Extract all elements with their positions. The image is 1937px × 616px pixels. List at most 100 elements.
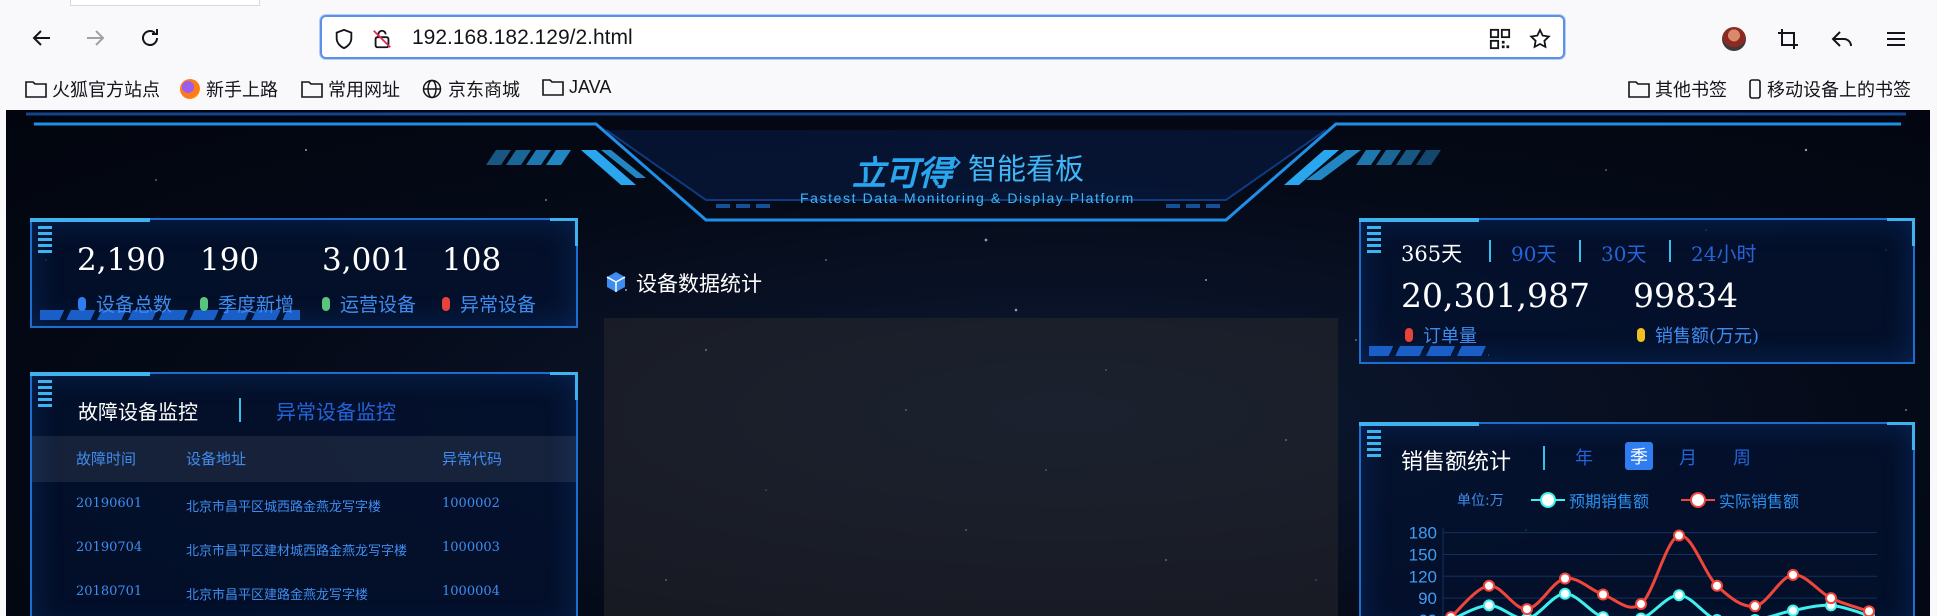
center-title: 设备数据统计 <box>636 272 762 296</box>
undo-button[interactable] <box>1825 22 1859 56</box>
bookmark-getting-started[interactable]: 新手上路 <box>178 76 278 102</box>
period-tab-quarter[interactable]: 季 <box>1625 442 1653 470</box>
reload-button[interactable] <box>134 22 166 54</box>
cell-time: 20180701 <box>76 584 143 599</box>
range-tab-24h[interactable]: 24小时 <box>1691 238 1756 267</box>
insecure-lock-icon[interactable] <box>370 27 394 51</box>
data-point[interactable] <box>1559 587 1571 600</box>
sales-label: 销售额(万元) <box>1637 322 1759 348</box>
period-tab-month[interactable]: 月 <box>1679 444 1697 470</box>
data-point[interactable] <box>1597 588 1609 601</box>
data-point[interactable] <box>1673 589 1685 602</box>
data-point[interactable] <box>1559 572 1571 585</box>
tab-separator <box>1543 446 1545 470</box>
panel-corner <box>1359 218 1479 222</box>
data-point[interactable] <box>1483 579 1495 592</box>
stats-panel: 2,190 190 3,001 108 设备总数 季度新增 运营设备 异常设备 <box>30 218 578 328</box>
data-point[interactable] <box>1483 599 1495 612</box>
period-tab-year[interactable]: 年 <box>1575 444 1593 470</box>
sales-title: 销售额统计 <box>1401 450 1512 475</box>
range-tab-90[interactable]: 90天 <box>1511 238 1556 267</box>
data-point[interactable] <box>1635 597 1647 610</box>
data-point[interactable] <box>1749 600 1761 613</box>
sales-amount: 99834 <box>1633 276 1738 315</box>
bookmark-other[interactable]: 其他书签 <box>1627 76 1727 102</box>
shield-icon[interactable] <box>332 27 356 51</box>
dashboard-subtitle: Fastest Data Monitoring & Display Platfo… <box>800 190 1135 206</box>
tab-fault-monitor[interactable]: 故障设备监控 <box>78 396 198 425</box>
firefox-logo-icon <box>178 78 202 100</box>
legend-item-expected[interactable]: 预期销售额 <box>1531 488 1649 512</box>
cell-address: 北京市昌平区建材城西路金燕龙写字楼 <box>186 544 408 559</box>
bookmark-common-sites[interactable]: 常用网址 <box>300 76 400 102</box>
back-button[interactable] <box>26 22 58 54</box>
data-point[interactable] <box>1787 604 1799 616</box>
hamburger-menu-icon <box>1887 32 1905 46</box>
chart-unit-label: 单位:万 <box>1457 493 1504 509</box>
cube-icon <box>604 270 628 294</box>
stat-value: 108 <box>442 242 502 278</box>
stat-value: 3,001 <box>322 242 411 278</box>
cell-code: 1000003 <box>442 540 500 555</box>
bookmark-mobile[interactable]: 移动设备上的书签 <box>1747 76 1911 102</box>
panel-stripes <box>1367 430 1381 458</box>
legend-dot <box>78 296 86 311</box>
data-point[interactable] <box>1521 603 1533 616</box>
bookmark-label: JAVA <box>569 76 612 97</box>
bookmark-java[interactable]: JAVA <box>541 76 611 98</box>
legend-label: 预期销售额 <box>1569 492 1650 511</box>
stat-label-running: 运营设备 <box>322 290 416 317</box>
url-text[interactable]: 192.168.182.129/2.html <box>412 26 633 50</box>
column-header: 异常代码 <box>442 450 503 468</box>
order-count: 20,301,987 <box>1401 276 1590 315</box>
data-point[interactable] <box>1787 568 1799 581</box>
bookmark-label: 常用网址 <box>328 80 400 100</box>
stat-label-new: 季度新增 <box>200 290 294 317</box>
table-row[interactable]: 20190601 北京市昌平区城西路金燕龙写字楼 1000002 <box>32 486 576 526</box>
screenshot-button[interactable] <box>1771 22 1805 56</box>
bookmark-star-icon[interactable] <box>1528 27 1552 51</box>
tab-abnormal-monitor[interactable]: 异常设备监控 <box>276 396 396 425</box>
period-tab-week[interactable]: 周 <box>1733 444 1751 470</box>
legend-swatch <box>1531 492 1565 508</box>
data-point[interactable] <box>1863 605 1875 616</box>
url-bar[interactable]: 192.168.182.129/2.html <box>320 15 1565 59</box>
stat-value: 2,190 <box>77 242 166 278</box>
bookmark-jd[interactable]: 京东商城 <box>420 76 520 102</box>
column-header: 故障时间 <box>76 450 137 468</box>
sales-line-chart: 180 150 120 90 60 <box>1409 524 1877 616</box>
center-chart-area <box>604 318 1338 616</box>
panel-corner <box>1887 218 1915 246</box>
menu-button[interactable] <box>1879 22 1913 56</box>
data-point[interactable] <box>1825 592 1837 605</box>
tab-separator <box>1489 240 1491 262</box>
table-row[interactable]: 20180701 北京市昌平区建路金燕龙写字楼 1000004 <box>32 574 576 614</box>
range-tab-365[interactable]: 365天 <box>1401 238 1462 268</box>
data-point[interactable] <box>1597 611 1609 616</box>
data-point[interactable] <box>1445 611 1457 616</box>
folder-icon <box>1627 78 1651 100</box>
order-label: 订单量 <box>1405 322 1477 348</box>
table-row[interactable]: 20190704 北京市昌平区建材城西路金燕龙写字楼 1000003 <box>32 530 576 570</box>
range-tab-30[interactable]: 30天 <box>1601 238 1646 267</box>
folder-icon <box>24 78 48 100</box>
panel-corner <box>30 218 150 222</box>
reload-icon <box>142 29 158 46</box>
legend-dot <box>442 296 450 311</box>
data-point[interactable] <box>1673 529 1685 542</box>
panel-corner <box>1887 422 1915 450</box>
legend-label: 实际销售额 <box>1719 492 1800 511</box>
data-point[interactable] <box>1711 579 1723 592</box>
profile-avatar[interactable] <box>1717 22 1751 56</box>
qr-code-icon[interactable] <box>1488 27 1512 51</box>
legend-item-actual[interactable]: 实际销售额 <box>1681 488 1799 512</box>
cell-time: 20190704 <box>76 540 143 555</box>
bookmark-firefox-official[interactable]: 火狐官方站点 <box>24 76 160 102</box>
legend-dot <box>322 296 330 311</box>
monitor-panel: 故障设备监控 异常设备监控 故障时间 设备地址 异常代码 20190601 北京… <box>30 372 578 616</box>
active-tab-edge <box>70 0 260 6</box>
sales-panel: 销售额统计 年 季 月 周 单位:万 预期销售额 实际销售额 180 150 120… <box>1359 422 1915 616</box>
forward-button[interactable] <box>79 22 111 54</box>
panel-corner <box>550 218 578 246</box>
tab-separator <box>239 398 241 422</box>
